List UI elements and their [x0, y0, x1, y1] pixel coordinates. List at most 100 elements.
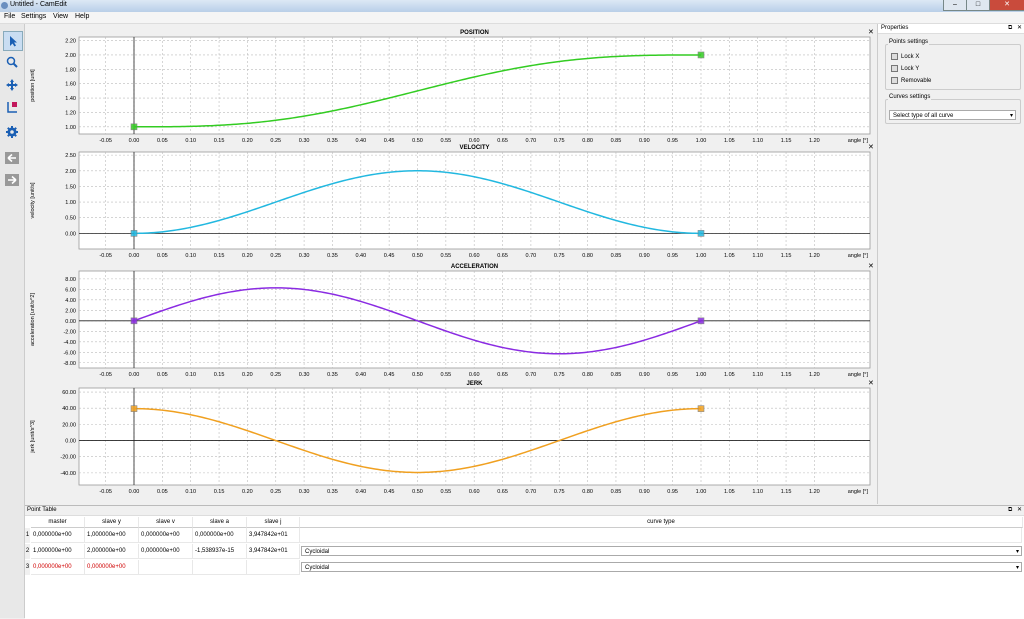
plot-area: POSITION ✕ -0.05 0.00 0.05 0.10 0.15 0.20 0.25 0.… [25, 24, 877, 504]
y-tick-label: 0.00 [65, 439, 76, 445]
y-tick-label: 1.60 [65, 82, 76, 88]
column-header-slave-y[interactable]: slave y [85, 517, 139, 528]
menu-settings[interactable]: Settings [21, 13, 46, 20]
cell-slave-j[interactable] [247, 560, 300, 575]
x-tick-label: 1.20 [809, 253, 820, 259]
control-point[interactable] [697, 405, 705, 412]
cell-slave-a[interactable] [193, 560, 247, 575]
removable-checkbox[interactable]: Removable [891, 77, 931, 84]
cell-slave-y[interactable]: 1,000000e+00 [85, 528, 139, 543]
y-tick-label: 2.00 [65, 169, 76, 175]
cell-slave-a[interactable]: 0,000000e+00 [193, 528, 247, 543]
y-tick-label: 1.20 [65, 110, 76, 116]
menu-help[interactable]: Help [75, 13, 89, 20]
lock-x-checkbox[interactable]: Lock X [891, 53, 919, 60]
maximize-button[interactable]: □ [966, 0, 990, 11]
x-tick-label: 0.45 [384, 253, 395, 259]
close-icon[interactable]: ✕ [868, 144, 874, 151]
x-tick-label: 1.20 [809, 372, 820, 378]
menu-view[interactable]: View [53, 13, 68, 20]
x-tick-label: 0.05 [157, 489, 168, 495]
cell-slave-j[interactable]: 3,947842e+01 [247, 528, 300, 543]
curve-type-select[interactable]: Select type of all curve ▾ [889, 110, 1016, 120]
y-tick-label: -8.00 [63, 361, 76, 367]
y-tick-label: 1.80 [65, 67, 76, 73]
close-icon[interactable]: ✕ [868, 263, 874, 270]
control-point[interactable] [130, 123, 138, 131]
zoom-icon [6, 56, 18, 68]
control-point[interactable] [697, 230, 705, 237]
column-header-curve-type[interactable]: curve type [300, 517, 1023, 528]
close-icon[interactable]: ✕ [1017, 506, 1022, 515]
plots-svg[interactable]: POSITION ✕ -0.05 0.00 0.05 0.10 0.15 0.20 0.25 0.… [25, 24, 877, 504]
cell-slave-v[interactable] [139, 560, 193, 575]
x-tick-label: 0.80 [582, 138, 593, 144]
control-point[interactable] [130, 230, 138, 237]
y-axis-label: velocity [unit/s] [30, 182, 36, 219]
curve-type-dropdown[interactable]: Cycloidal ▾ [301, 562, 1022, 572]
control-point[interactable] [697, 317, 705, 325]
chart-velocity: VELOCITY ✕ -0.05 0.00 0.05 0.10 0.15 0.20 0.25 0.… [30, 144, 874, 259]
x-tick-label: 1.05 [724, 489, 735, 495]
x-tick-label: 0.15 [214, 489, 225, 495]
curve-type-dropdown[interactable]: Cycloidal ▾ [301, 546, 1022, 556]
menu-file[interactable]: File [4, 13, 15, 20]
lock-y-label: Lock Y [901, 65, 920, 72]
x-tick-label: 0.95 [667, 138, 678, 144]
control-point[interactable] [130, 317, 138, 325]
x-tick-label: 1.00 [696, 138, 707, 144]
column-header-slave-a[interactable]: slave a [193, 517, 247, 528]
cell-master[interactable]: 0,000000e+00 [31, 560, 85, 575]
x-tick-label: 0.00 [129, 489, 140, 495]
lock-y-checkbox[interactable]: Lock Y [891, 65, 919, 72]
y-tick-label: -2.00 [63, 329, 76, 335]
points-settings-group: Points settings Lock X Lock Y Removable [885, 39, 1021, 90]
cell-slave-a[interactable]: -1,538937e-15 [193, 544, 247, 559]
cell-master[interactable]: 0,000000e+00 [31, 528, 85, 543]
y-tick-label: 2.50 [65, 153, 76, 159]
removable-label: Removable [901, 77, 932, 84]
x-tick-label: 0.40 [355, 253, 366, 259]
cell-slave-j[interactable]: 3,947842e+01 [247, 544, 300, 559]
close-button[interactable]: ✕ [989, 0, 1024, 11]
x-tick-label: 0.60 [469, 253, 480, 259]
control-point[interactable] [697, 51, 705, 59]
cell-master[interactable]: 1,000000e+00 [31, 544, 85, 559]
cell-slave-v[interactable]: 0,000000e+00 [139, 544, 193, 559]
x-tick-label: 0.20 [242, 138, 253, 144]
column-header-master[interactable]: master [31, 517, 85, 528]
float-icon[interactable]: ⧉ [1008, 24, 1012, 33]
properties-header: Properties ⧉ ✕ [878, 24, 1024, 34]
settings-tool-button[interactable] [3, 123, 21, 141]
close-icon[interactable]: ✕ [868, 29, 874, 36]
add-point-tool-button[interactable] [3, 98, 21, 116]
close-icon[interactable]: ✕ [1017, 24, 1022, 33]
cell-slave-y[interactable]: 0,000000e+00 [85, 560, 139, 575]
y-tick-label: 2.00 [65, 308, 76, 314]
y-tick-label: 0.00 [65, 231, 76, 237]
x-tick-label: 0.10 [185, 253, 196, 259]
forward-tool-button[interactable] [3, 171, 21, 189]
pointer-tool-button[interactable] [3, 31, 23, 51]
move-tool-button[interactable] [3, 76, 21, 94]
properties-title: Properties [881, 25, 909, 31]
column-header-slave-j[interactable]: slave j [247, 517, 300, 528]
x-tick-label: 1.10 [752, 372, 763, 378]
cell-slave-y[interactable]: 2,000000e+00 [85, 544, 139, 559]
x-tick-label: 0.40 [355, 372, 366, 378]
x-tick-label: 0.70 [526, 372, 537, 378]
cell-slave-v[interactable]: 0,000000e+00 [139, 528, 193, 543]
x-axis-label: angle [°] [848, 138, 869, 144]
minimize-button[interactable]: – [943, 0, 967, 11]
zoom-tool-button[interactable] [3, 53, 21, 71]
column-header-slave-v[interactable]: slave v [139, 517, 193, 528]
x-tick-label: 0.50 [412, 489, 423, 495]
x-tick-label: 0.30 [299, 138, 310, 144]
float-icon[interactable]: ⧉ [1008, 506, 1012, 515]
point-table-title: Point Table [27, 507, 57, 513]
control-point[interactable] [130, 405, 138, 412]
y-tick-label: 1.50 [65, 184, 76, 190]
close-icon[interactable]: ✕ [868, 380, 874, 387]
back-tool-button[interactable] [3, 149, 21, 167]
x-tick-label: 0.35 [327, 489, 338, 495]
